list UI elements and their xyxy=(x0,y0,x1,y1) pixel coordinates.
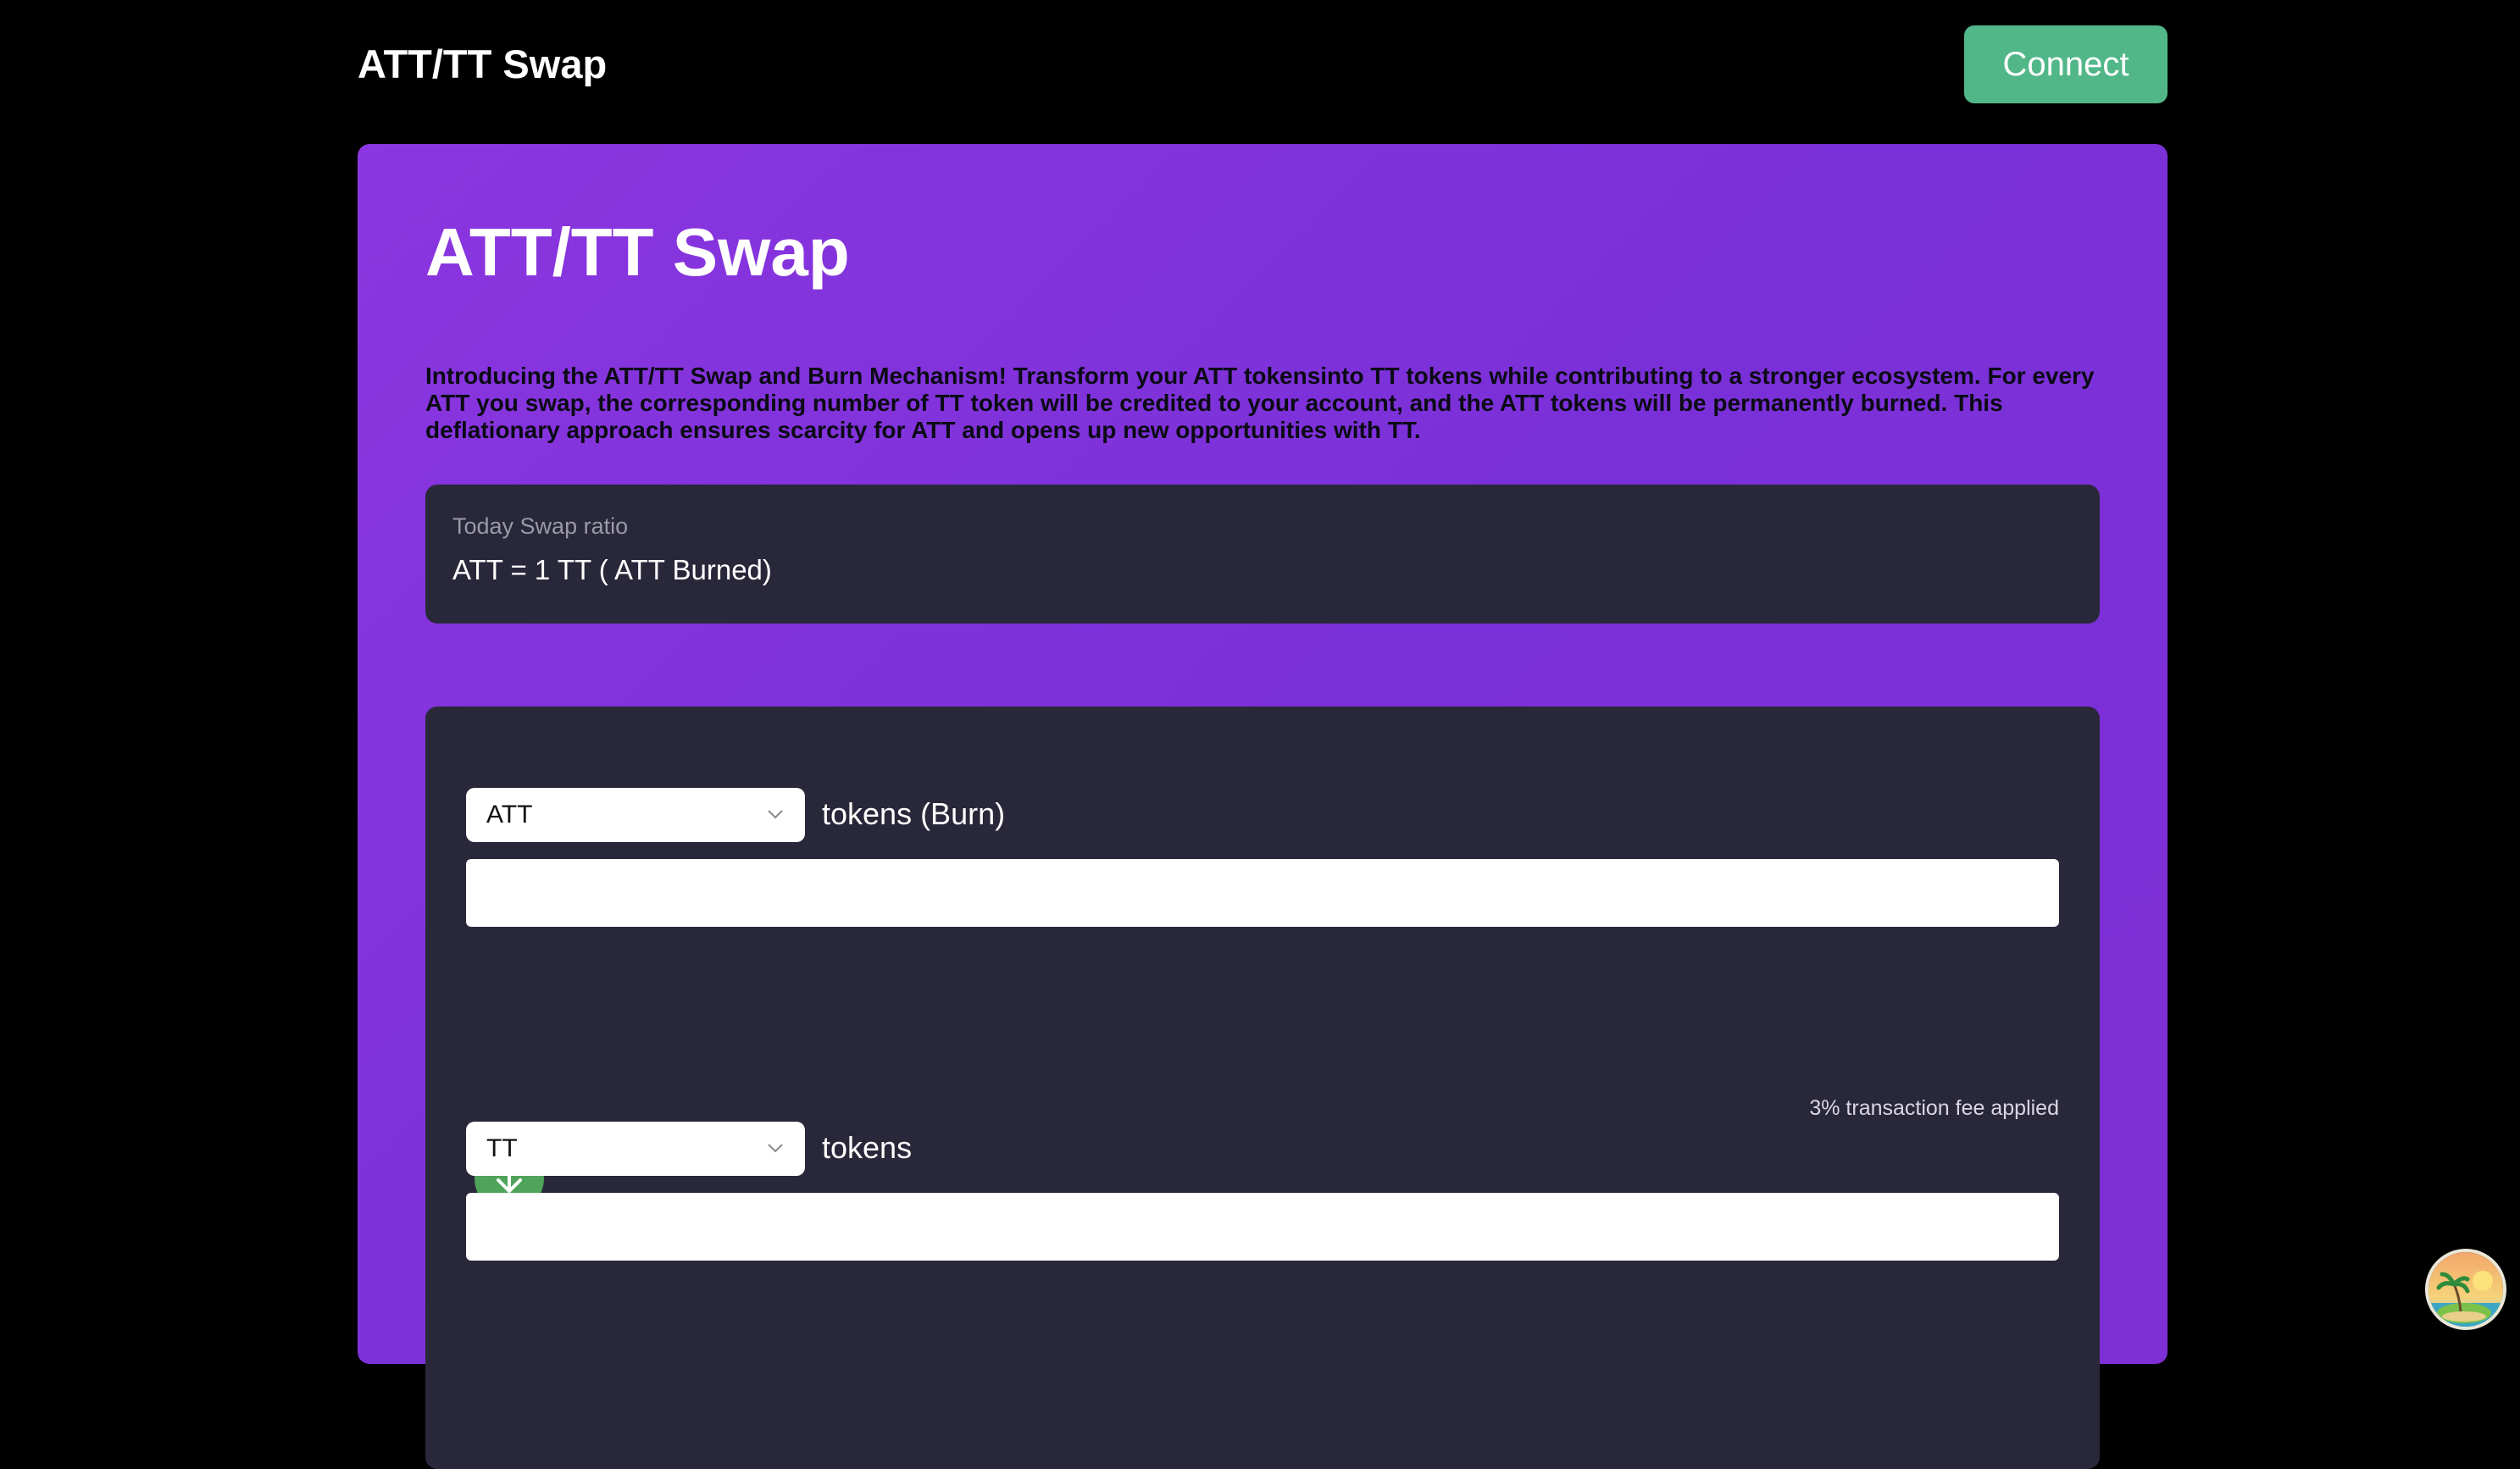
to-token-selected: TT xyxy=(486,1134,518,1162)
swap-ratio-value: ATT = 1 TT ( ATT Burned) xyxy=(452,554,772,585)
swap-form: ATT tokens (Burn) 3% transaction fee app… xyxy=(425,707,2100,1469)
app-brand: ATT/TT Swap xyxy=(358,42,608,86)
from-token-select[interactable]: ATT xyxy=(466,788,805,842)
from-token-selected: ATT xyxy=(486,801,533,829)
chevron-down-icon xyxy=(768,810,783,819)
to-token-select[interactable]: TT xyxy=(466,1122,805,1176)
top-bar: ATT/TT Swap Connect xyxy=(0,0,2520,129)
from-token-label: tokens (Burn) xyxy=(822,796,1006,831)
intro-text: Introducing the ATT/TT Swap and Burn Mec… xyxy=(425,363,2095,443)
to-token-label: tokens xyxy=(822,1130,913,1165)
chevron-down-icon xyxy=(768,1144,783,1153)
island-avatar-icon xyxy=(2428,1252,2503,1327)
from-amount-input[interactable] xyxy=(466,859,2059,927)
fee-note: 3% transaction fee applied xyxy=(1809,1096,2059,1120)
connect-button[interactable]: Connect xyxy=(1964,25,2168,103)
user-avatar[interactable] xyxy=(2425,1249,2506,1330)
swap-ratio-card: Today Swap ratio ATT = 1 TT ( ATT Burned… xyxy=(425,485,2100,624)
swap-ratio-label: Today Swap ratio xyxy=(452,513,629,539)
swap-panel: ATT/TT Swap Introducing the ATT/TT Swap … xyxy=(358,144,2168,1469)
to-amount-input[interactable] xyxy=(466,1193,2059,1261)
page-title: ATT/TT Swap xyxy=(425,214,850,290)
